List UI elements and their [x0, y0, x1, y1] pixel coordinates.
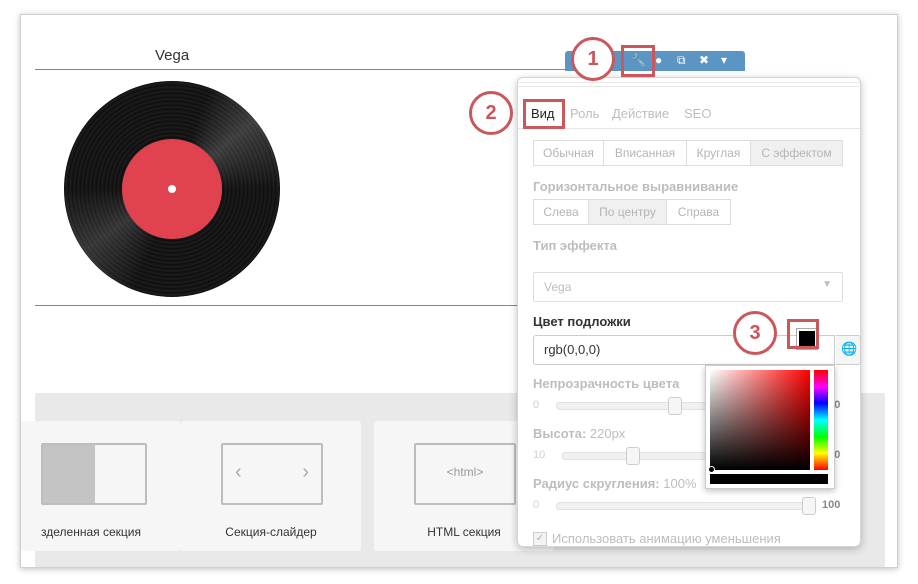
style-option-effect[interactable]: С эффектом — [751, 141, 842, 165]
align-segmented-control: Слева По центру Справа — [533, 199, 731, 225]
tab-seo[interactable]: SEO — [684, 106, 711, 121]
tab-role[interactable]: Роль — [570, 106, 599, 121]
bg-color-value: rgb(0,0,0) — [544, 342, 601, 357]
highlight-wrench — [621, 45, 655, 77]
slider-section-icon: ‹ › — [221, 443, 323, 505]
effect-type-select[interactable]: Vega ▼ — [533, 272, 843, 302]
opacity-min: 0 — [533, 399, 540, 411]
callout-1: 1 — [571, 37, 615, 81]
shrink-animation-label: Использовать анимацию уменьшения — [552, 531, 781, 546]
section-card-split[interactable]: зделенная секция — [21, 421, 181, 551]
delete-icon[interactable]: ✖ — [699, 53, 709, 67]
split-section-icon — [41, 443, 147, 505]
radius-slider-track[interactable] — [556, 502, 814, 510]
opacity-slider-handle[interactable] — [668, 397, 682, 415]
vinyl-record-image[interactable] — [64, 81, 280, 297]
html-icon-text: <html> — [446, 465, 484, 479]
radius-max: 100 — [822, 499, 841, 511]
drop-icon[interactable]: ● — [655, 53, 662, 67]
section-card-slider[interactable]: ‹ › Секция-слайдер — [181, 421, 361, 551]
effect-type-label: Тип эффекта — [533, 238, 617, 253]
radius-label-row: Радиус скругления: 100% — [533, 476, 697, 491]
height-slider-handle[interactable] — [626, 447, 640, 465]
chevron-down-icon: ▼ — [822, 279, 832, 290]
align-center-option[interactable]: По центру — [589, 200, 667, 224]
radius-value: 100% — [663, 476, 697, 491]
bg-color-label: Цвет подложки — [533, 314, 631, 329]
radius-min: 0 — [533, 499, 540, 511]
radius-label: Радиус скругления — [533, 476, 656, 491]
tab-action[interactable]: Действие — [612, 106, 669, 121]
align-left-option[interactable]: Слева — [534, 200, 589, 224]
globe-button[interactable]: 🌐 — [836, 335, 861, 365]
section-card-label: зделенная секция — [41, 525, 141, 539]
block-title: Vega — [155, 47, 190, 64]
effect-type-value: Vega — [544, 280, 572, 294]
color-picker-popup — [705, 365, 835, 489]
saturation-value-area[interactable] — [710, 370, 810, 470]
copy-icon[interactable]: ⧉ — [677, 53, 686, 68]
style-option-round[interactable]: Круглая — [687, 141, 751, 165]
highlight-view-tab — [523, 99, 565, 129]
screenshot-frame: Vega зделенная секция ‹ › Секция-слайдер… — [20, 14, 898, 568]
callout-3: 3 — [733, 311, 777, 355]
highlight-color-swatch — [787, 319, 819, 349]
horizontal-align-label: Горизонтальное выравнивание — [533, 179, 739, 194]
height-label-row: Высота: 220px — [533, 426, 626, 441]
opacity-label: Непрозрачность цвета — [533, 376, 680, 391]
callout-2: 2 — [469, 91, 513, 135]
globe-icon: 🌐 — [841, 341, 858, 356]
style-option-inscribed[interactable]: Вписанная — [604, 141, 687, 165]
height-min: 10 — [533, 449, 546, 461]
height-label: Высота — [533, 426, 582, 441]
chevron-down-icon[interactable]: ▾ — [721, 53, 727, 67]
radius-slider-handle[interactable] — [802, 497, 816, 515]
section-card-label: Секция-слайдер — [225, 525, 317, 539]
height-value: 220px — [589, 426, 626, 441]
alpha-strip[interactable] — [710, 474, 828, 484]
picker-cursor[interactable] — [708, 466, 715, 473]
style-segmented-control: Обычная Вписанная Круглая С эффектом — [533, 140, 843, 166]
record-hole — [168, 185, 176, 193]
html-section-icon: <html> — [414, 443, 516, 505]
block-bottom-border — [35, 305, 535, 306]
shrink-animation-checkbox[interactable]: ✓ — [533, 532, 547, 546]
align-right-option[interactable]: Справа — [667, 200, 730, 224]
block-top-border — [35, 69, 565, 70]
style-option-normal[interactable]: Обычная — [534, 141, 604, 165]
hue-slider[interactable] — [814, 370, 828, 470]
